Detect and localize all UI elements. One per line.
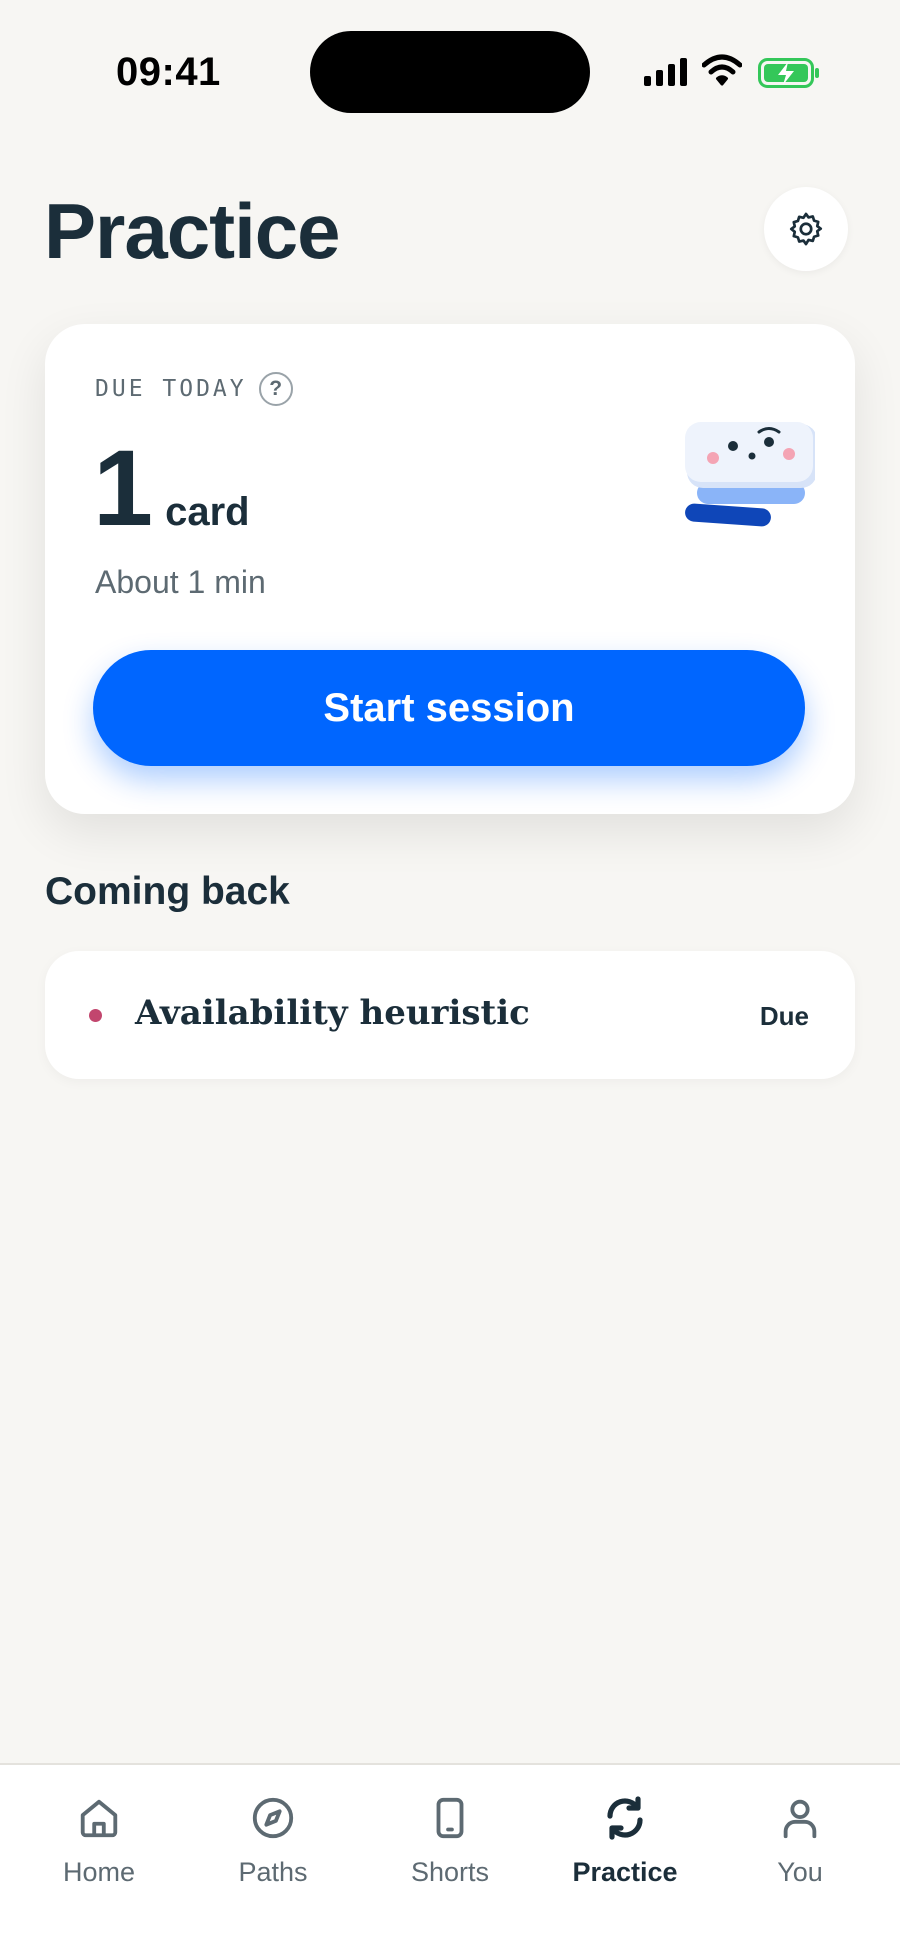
coming-back-heading: Coming back xyxy=(45,870,290,913)
tab-label: Practice xyxy=(572,1857,678,1887)
status-time: 09:41 xyxy=(116,50,221,94)
due-today-label: DUE TODAY xyxy=(95,376,247,402)
settings-button[interactable] xyxy=(764,187,848,271)
tab-bar: Home Paths Shorts Practice You xyxy=(0,1763,900,1956)
help-icon[interactable]: ? xyxy=(258,372,293,406)
tab-shorts[interactable]: Shorts xyxy=(375,1791,525,1901)
tab-label: Shorts xyxy=(410,1857,490,1887)
due-unit: card xyxy=(165,490,250,534)
item-status: Due xyxy=(759,1001,809,1031)
item-title: Availability heuristic xyxy=(135,993,530,1033)
coming-back-list: Availability heuristic Due xyxy=(45,951,855,1079)
tab-label: Home xyxy=(62,1857,136,1887)
due-count: 1 xyxy=(93,427,154,548)
start-session-button[interactable]: Start session xyxy=(93,650,805,766)
gear-icon xyxy=(789,212,823,246)
status-dot xyxy=(89,1009,102,1022)
due-today-card: DUE TODAY ? 1 card About 1 min Start ses… xyxy=(45,324,855,814)
due-count-row: 1 card xyxy=(93,434,250,542)
tab-paths[interactable]: Paths xyxy=(198,1791,348,1901)
tab-practice[interactable]: Practice xyxy=(550,1791,700,1901)
compass-icon xyxy=(250,1791,296,1845)
page-title: Practice xyxy=(44,187,341,275)
due-duration: About 1 min xyxy=(95,564,266,600)
home-icon xyxy=(76,1791,122,1845)
list-item[interactable]: Availability heuristic Due xyxy=(45,951,855,1079)
refresh-icon xyxy=(601,1791,649,1845)
tab-label: Paths xyxy=(238,1857,308,1887)
tab-you[interactable]: You xyxy=(725,1791,875,1901)
dynamic-island xyxy=(310,31,590,113)
card-stack-mascot-illustration xyxy=(685,422,815,527)
status-bar: 09:41 xyxy=(0,0,900,140)
due-label-row: DUE TODAY ? xyxy=(95,372,293,406)
tab-label: You xyxy=(777,1857,823,1887)
signal-icon xyxy=(644,58,687,86)
person-icon xyxy=(777,1791,823,1845)
tab-home[interactable]: Home xyxy=(24,1791,174,1901)
phone-icon xyxy=(427,1791,473,1845)
wifi-icon xyxy=(702,54,742,86)
battery-icon xyxy=(758,58,819,88)
